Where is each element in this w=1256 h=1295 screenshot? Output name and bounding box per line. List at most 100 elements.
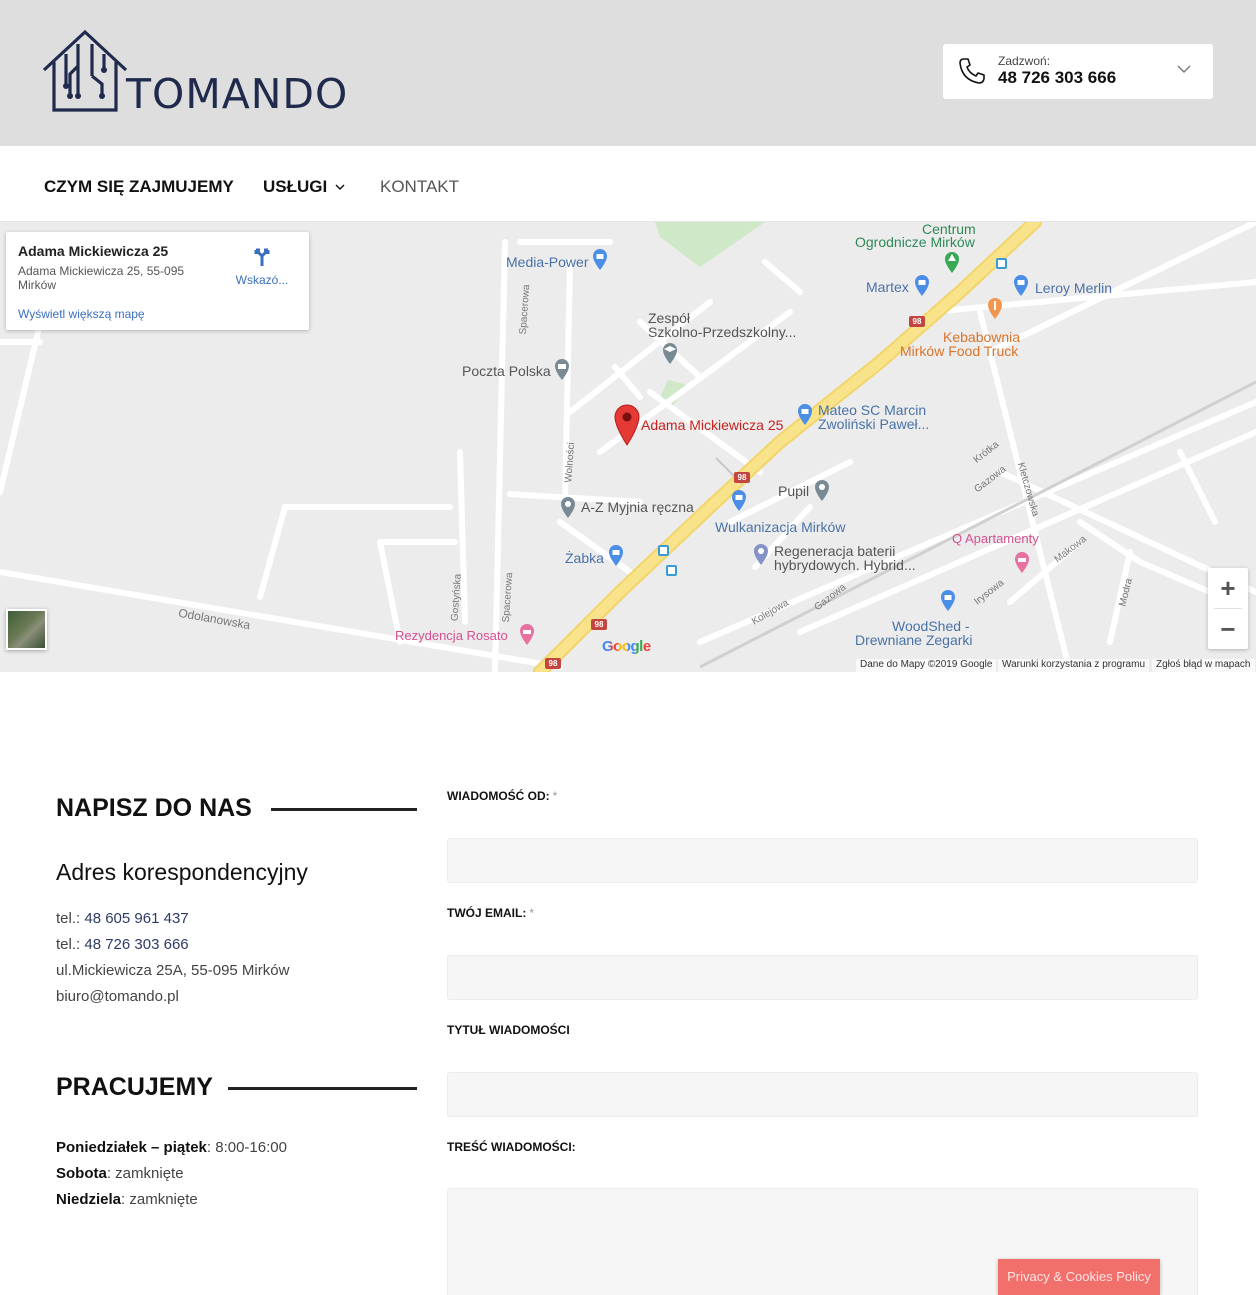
from-label-text: WIADOMOŚĆ OD: xyxy=(447,789,550,803)
bus-stop-icon[interactable] xyxy=(658,545,669,556)
school-pin-icon[interactable] xyxy=(660,341,680,365)
subject-label: TYTUŁ WIADOMOŚCI xyxy=(447,1023,570,1037)
hours-value: : zamknięte xyxy=(106,1165,184,1182)
section-divider xyxy=(271,808,417,811)
top-header: TOMANDO Zadzwoń: 48 726 303 666 xyxy=(0,0,1256,146)
hours-day: Poniedziałek – piątek xyxy=(56,1139,207,1156)
chevron-down-icon xyxy=(335,184,345,191)
email-label: TWÓJ EMAIL: * xyxy=(447,906,534,920)
directions-button[interactable]: Wskazó... xyxy=(234,244,290,287)
zoom-out-button[interactable]: − xyxy=(1208,609,1248,649)
poi-label[interactable]: Ogrodnicze Mirków xyxy=(855,235,975,249)
zoom-in-button[interactable]: + xyxy=(1208,568,1248,608)
bus-stop-icon[interactable] xyxy=(996,258,1007,269)
embedded-map[interactable]: 98 98 98 98 Odolanowska Spacerowa Spacer… xyxy=(0,222,1256,672)
google-logo-text: Google xyxy=(602,638,651,655)
nav-item-kontakt[interactable]: KONTAKT xyxy=(380,177,459,197)
marker-label[interactable]: Adama Mickiewicza 25 xyxy=(641,418,783,432)
hotel-pin-icon[interactable] xyxy=(1012,550,1032,574)
section-title-contact: NAPISZ DO NAS xyxy=(56,794,252,822)
poi-label[interactable]: Mateo SC Marcin xyxy=(818,403,926,417)
shopping-pin-icon[interactable] xyxy=(729,488,749,512)
hours-row: Sobota: zamknięte xyxy=(56,1165,184,1182)
privacy-policy-button[interactable]: Privacy & Cookies Policy xyxy=(998,1259,1160,1295)
email-address[interactable]: biuro@tomando.pl xyxy=(56,988,179,1005)
phone-link[interactable]: 48 726 303 666 xyxy=(84,936,188,953)
name-input[interactable] xyxy=(447,838,1198,883)
poi-label[interactable]: Poczta Polska xyxy=(462,364,551,378)
satellite-toggle[interactable] xyxy=(6,609,47,650)
highway-badge: 98 xyxy=(591,619,607,630)
highway-badge: 98 xyxy=(909,316,925,327)
zoom-controls: + − xyxy=(1208,568,1248,649)
shopping-pin-icon[interactable] xyxy=(938,588,958,612)
poi-label[interactable]: Zwoliński Paweł... xyxy=(818,417,929,431)
required-mark: * xyxy=(529,906,534,920)
bus-stop-icon[interactable] xyxy=(666,565,677,576)
poi-label[interactable]: Kebabownia xyxy=(943,330,1020,344)
larger-map-link[interactable]: Wyświetl większą mapę xyxy=(18,307,145,321)
pin-icon[interactable] xyxy=(812,478,832,502)
place-address: Adama Mickiewicza 25, 55-095 Mirków xyxy=(18,264,185,292)
google-logo: Google xyxy=(602,638,651,655)
postal-address: ul.Mickiewicza 25A, 55-095 Mirków xyxy=(56,962,290,979)
highway-badge: 98 xyxy=(545,658,561,669)
highway-badge: 98 xyxy=(734,472,750,483)
call-number[interactable]: 48 726 303 666 xyxy=(998,68,1116,88)
map-data-credit: Dane do Mapy ©2019 Google xyxy=(856,659,997,672)
poi-label[interactable]: Regeneracja baterii xyxy=(774,544,895,558)
hours-row: Niedziela: zamknięte xyxy=(56,1191,198,1208)
location-marker-icon[interactable] xyxy=(612,402,642,446)
poi-label[interactable]: Szkolno-Przedszkolny... xyxy=(648,325,796,339)
shopping-pin-icon[interactable] xyxy=(912,273,932,297)
hours-value: : zamknięte xyxy=(121,1191,198,1208)
food-pin-icon[interactable] xyxy=(985,296,1005,320)
nav-item-uslugi[interactable]: USŁUGI xyxy=(263,177,345,197)
phone-line-2: tel.: 48 726 303 666 xyxy=(56,936,189,953)
shopping-pin-icon[interactable] xyxy=(606,543,626,567)
email-input[interactable] xyxy=(447,955,1198,1000)
hotel-pin-icon[interactable] xyxy=(517,622,537,646)
poi-label[interactable]: Mirków Food Truck xyxy=(900,344,1018,358)
hours-day: Sobota xyxy=(56,1165,107,1182)
nav-item-label: USŁUGI xyxy=(263,177,328,196)
hours-row: Poniedziałek – piątek: 8:00-16:00 xyxy=(56,1139,287,1156)
poi-label[interactable]: Q Apartamenty xyxy=(952,532,1039,546)
poi-label[interactable]: hybrydowych. Hybrid... xyxy=(774,558,916,572)
phone-icon xyxy=(959,58,985,84)
poi-label[interactable]: Zespół xyxy=(648,311,690,325)
poi-label[interactable]: Żabka xyxy=(565,551,604,565)
map-terms-link[interactable]: Warunki korzystania z programu xyxy=(998,659,1150,672)
poi-label[interactable]: WoodShed - xyxy=(892,619,970,633)
call-dropdown[interactable]: Zadzwoń: 48 726 303 666 xyxy=(943,44,1213,99)
tel-prefix: tel.: xyxy=(56,936,81,953)
directions-label: Wskazó... xyxy=(235,273,289,287)
phone-link[interactable]: 48 605 961 437 xyxy=(84,910,188,927)
poi-label[interactable]: Wulkanizacja Mirków xyxy=(715,520,845,534)
directions-icon xyxy=(254,248,270,266)
poi-label[interactable]: Pupil xyxy=(778,484,809,498)
poi-label[interactable]: A-Z Myjnia ręczna xyxy=(581,500,694,514)
garden-pin-icon[interactable] xyxy=(942,250,962,274)
logo[interactable]: TOMANDO xyxy=(40,26,360,118)
shopping-pin-icon[interactable] xyxy=(1011,273,1031,297)
section-divider xyxy=(228,1087,417,1090)
subject-input[interactable] xyxy=(447,1072,1198,1117)
place-title: Adama Mickiewicza 25 xyxy=(18,243,169,259)
map-report-link[interactable]: Zgłoś błąd w mapach xyxy=(1152,659,1255,672)
chevron-down-icon[interactable] xyxy=(1177,64,1191,74)
poi-label[interactable]: Martex xyxy=(866,280,909,294)
poi-label[interactable]: Leroy Merlin xyxy=(1035,281,1112,295)
mail-pin-icon[interactable] xyxy=(552,357,572,381)
poi-label[interactable]: Drewniane Zegarki xyxy=(855,633,973,647)
poi-label[interactable]: Rezydencja Rosato xyxy=(395,629,508,643)
pin-icon[interactable] xyxy=(558,495,578,519)
hours-day: Niedziela xyxy=(56,1191,122,1208)
house-circuit-icon xyxy=(42,29,128,112)
shopping-pin-icon[interactable] xyxy=(795,402,815,426)
poi-label[interactable]: Media-Power xyxy=(506,255,588,269)
nav-item-czym-sie-zajmujemy[interactable]: CZYM SIĘ ZAJMUJEMY xyxy=(44,177,234,197)
shopping-pin-icon[interactable] xyxy=(590,247,610,271)
call-label: Zadzwoń: xyxy=(998,54,1051,68)
service-pin-icon[interactable] xyxy=(751,542,771,566)
